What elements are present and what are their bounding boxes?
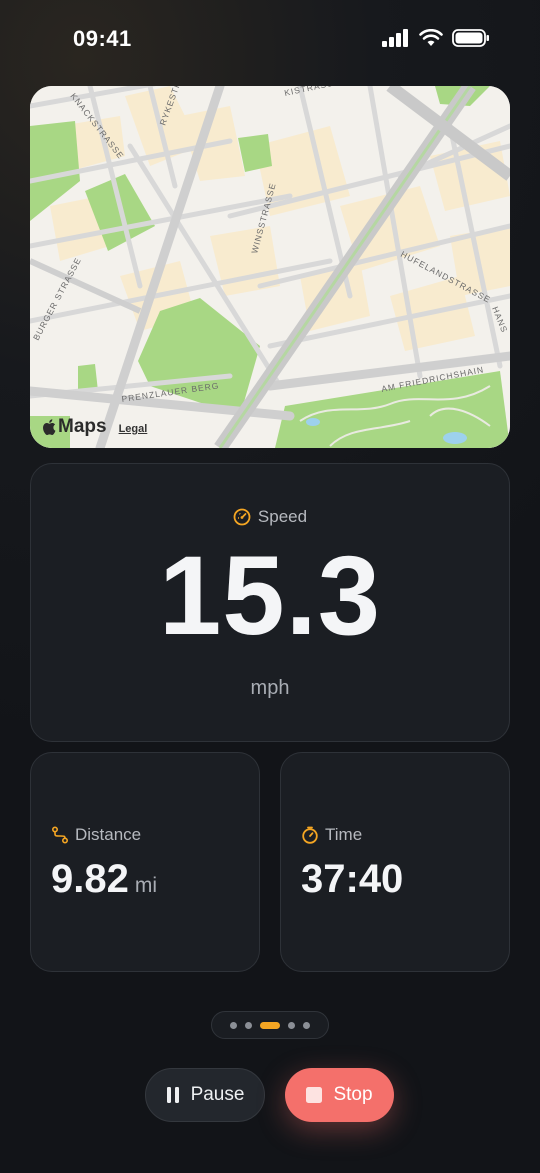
maps-logo: Maps <box>42 416 107 438</box>
distance-card: Distance 9.82 mi <box>30 752 260 972</box>
page-dot[interactable] <box>245 1021 252 1029</box>
distance-value: 9.82 <box>51 857 129 901</box>
map-attribution: Maps Legal <box>42 416 147 438</box>
page-dot[interactable] <box>288 1021 295 1029</box>
wifi-icon <box>419 29 443 46</box>
status-icons <box>382 29 490 47</box>
time-label: Time <box>325 825 363 844</box>
speed-unit: mph <box>250 677 290 699</box>
cellular-signal-icon <box>382 29 408 47</box>
page-dot[interactable] <box>303 1021 310 1029</box>
apple-logo-icon <box>43 419 56 435</box>
maps-brand-text: Maps <box>58 416 107 437</box>
page-indicator[interactable] <box>211 1011 329 1039</box>
distance-unit: mi <box>134 874 158 897</box>
time-card: Time 37:40 <box>280 752 510 972</box>
map-canvas[interactable]: KNACKSTRASSE RYKESTRA KISTRASSE WINSSTRA… <box>30 86 510 448</box>
speed-card: Speed 15.3 mph <box>30 463 510 742</box>
speed-value: 15.3 <box>159 533 381 658</box>
legal-link[interactable]: Legal <box>119 423 148 438</box>
speed-header: Speed <box>31 507 509 527</box>
speedometer-icon <box>233 508 251 526</box>
pause-icon <box>166 1087 179 1103</box>
stop-label: Stop <box>333 1084 373 1105</box>
map-view[interactable]: KNACKSTRASSE RYKESTRA KISTRASSE WINSSTRA… <box>30 86 510 448</box>
distance-label: Distance <box>75 825 142 844</box>
distance-value-row: 9.82 mi <box>51 857 157 902</box>
page-dot[interactable] <box>230 1021 237 1029</box>
stop-button[interactable]: Stop <box>285 1068 394 1122</box>
stop-icon <box>306 1087 323 1103</box>
timer-icon <box>302 826 318 844</box>
time-value: 37:40 <box>301 857 404 901</box>
pause-button[interactable]: Pause <box>145 1068 265 1122</box>
time-header: Time <box>301 825 362 845</box>
page-dot-active[interactable] <box>260 1021 280 1029</box>
route-icon <box>51 826 69 844</box>
battery-icon <box>452 29 489 47</box>
status-bar: 09:41 <box>0 0 540 80</box>
speed-label: Speed <box>257 507 308 526</box>
pause-label: Pause <box>190 1084 245 1105</box>
distance-header: Distance <box>51 825 141 845</box>
status-time: 09:41 <box>73 26 132 51</box>
